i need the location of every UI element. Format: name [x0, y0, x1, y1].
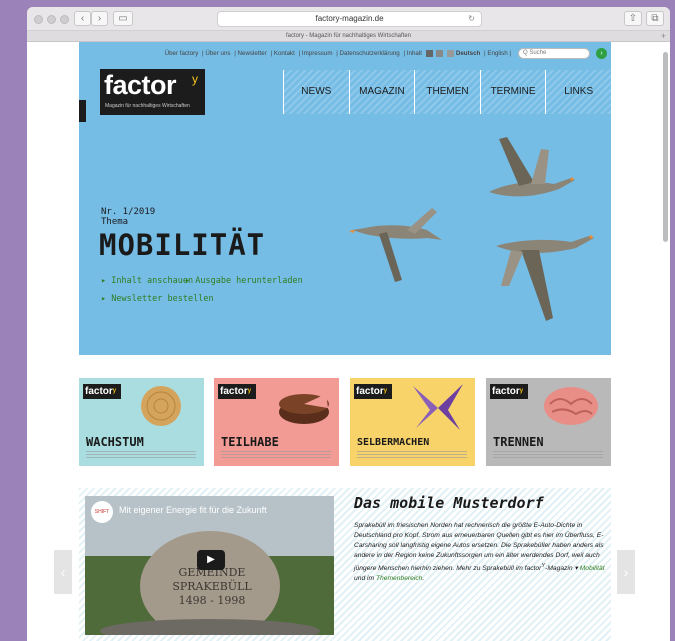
zoom-window-button[interactable]: [60, 15, 69, 24]
nav-magazin[interactable]: MAGAZIN: [348, 70, 415, 114]
browser-window: ‹ › ▭ factory-magazin.de ↻ ⇧ ⧉ factory -…: [27, 7, 670, 641]
logo-superscript: y: [192, 72, 198, 86]
issue-title: MOBILITÄT: [99, 228, 266, 262]
nav-links[interactable]: LINKS: [545, 70, 611, 114]
card-mini-sup: y: [112, 388, 117, 394]
link-view-content[interactable]: ▸ Inhalt anschauen: [101, 276, 193, 286]
wood-slice-image: [141, 386, 181, 426]
carousel-prev-button[interactable]: ‹: [54, 550, 72, 594]
factory-logo[interactable]: factor y Magazin für nachhaltiges Wirtsc…: [100, 69, 205, 115]
feature-title: Das mobile Musterdorf: [354, 494, 544, 512]
browser-toolbar: ‹ › ▭ factory-magazin.de ↻ ⇧ ⧉: [27, 7, 670, 31]
issue-info: Nr. 1/2019 Thema: [101, 207, 155, 227]
card-mini-logo: factory: [218, 384, 256, 399]
issue-number: Nr. 1/2019: [101, 207, 156, 217]
search-go-button[interactable]: ›: [596, 48, 607, 59]
card-text-lines: [86, 451, 196, 459]
card-text-lines: [493, 451, 603, 459]
topnav-privacy[interactable]: | Datenschutzerklärung: [336, 50, 400, 57]
link-mobilitaet[interactable]: Mobilität: [580, 565, 605, 572]
card-mini-word: factor: [492, 386, 520, 397]
search-input[interactable]: Q Suche: [518, 48, 590, 59]
goose-image-bottom: [496, 235, 594, 321]
cake-image: [279, 394, 329, 424]
card-mini-logo: factory: [490, 384, 528, 399]
card-mini-word: factor: [356, 386, 384, 397]
feature-section: SHIFT Mit eigener Energie fit für die Zu…: [79, 488, 611, 641]
card-mini-sup: y: [383, 388, 388, 394]
issue-card-teilhabe[interactable]: factory TEILHABE: [214, 378, 339, 466]
card-mini-logo: factory: [354, 384, 392, 399]
video-title[interactable]: Mit eigener Energie fit für die Zukunft: [119, 505, 267, 515]
feature-text-end: .: [422, 575, 425, 583]
nav-themen[interactable]: THEMEN: [414, 70, 480, 114]
back-button[interactable]: ‹: [74, 11, 91, 26]
stone-inscription: GEMEINDE SPRAKEBÜLL 1498 - 1998: [172, 566, 252, 607]
topnav-content[interactable]: | Inhalt: [403, 50, 421, 57]
language-german[interactable]: Deutsch: [456, 50, 480, 57]
topnav-about-us[interactable]: | Über uns: [202, 50, 230, 57]
sidebar-toggle-button[interactable]: ▭: [113, 11, 133, 26]
rss-icon[interactable]: [447, 49, 455, 57]
issue-card-selbermachen[interactable]: factory SELBERMACHEN: [350, 378, 475, 466]
forward-button[interactable]: ›: [91, 11, 108, 26]
card-mini-word: factor: [220, 386, 248, 397]
play-button[interactable]: ▶: [197, 550, 225, 570]
origami-butterfly-image: [413, 384, 463, 430]
card-title: WACHSTUM: [86, 435, 144, 449]
scrollbar[interactable]: [663, 42, 668, 641]
side-tag: [79, 100, 86, 122]
goose-image-middle: [349, 208, 442, 282]
issue-card-trennen[interactable]: factory TRENNEN: [486, 378, 611, 466]
issue-thema-label: Thema: [101, 217, 129, 227]
card-mini-sup: y: [519, 388, 524, 394]
logo-tagline: Magazin für nachhaltiges Wirtschaften: [105, 103, 190, 109]
new-tab-button[interactable]: +: [661, 31, 666, 42]
link-themenbereich[interactable]: Themenbereich: [376, 575, 422, 582]
topnav-contact[interactable]: | Kontakt: [271, 50, 295, 57]
card-title: TRENNEN: [493, 435, 544, 449]
nav-termine[interactable]: TERMINE: [479, 70, 546, 114]
card-text-lines: [357, 451, 467, 459]
logo-word: factor: [104, 70, 177, 100]
feature-text-mid: -Magazin ▾: [545, 565, 578, 573]
card-mini-sup: y: [247, 388, 252, 394]
topnav-newsletter[interactable]: | Newsletter: [234, 50, 267, 57]
card-title: SELBERMACHEN: [357, 437, 430, 448]
address-bar[interactable]: factory-magazin.de ↻: [217, 11, 482, 27]
page-content: Über factory | Über uns | Newsletter | K…: [27, 42, 670, 641]
main-navigation: NEWS MAGAZIN THEMEN TERMINE LINKS: [283, 70, 611, 114]
issue-cards-row: factory WACHSTUM factory TEILHABE factor…: [79, 378, 611, 466]
link-download-issue[interactable]: ▸ Ausgabe herunterladen: [185, 276, 303, 286]
goose-image-top: [489, 137, 575, 197]
nav-news[interactable]: NEWS: [283, 70, 349, 114]
scrollbar-thumb[interactable]: [663, 52, 668, 242]
tab-bar: factory - Magazin für nachhaltiges Wirts…: [27, 31, 670, 42]
carousel-next-button[interactable]: ›: [617, 550, 635, 594]
hero-banner: Über factory | Über uns | Newsletter | K…: [79, 42, 611, 355]
channel-avatar[interactable]: SHIFT: [91, 501, 113, 523]
card-title: TEILHABE: [221, 435, 279, 449]
show-tabs-button[interactable]: ⧉: [646, 11, 664, 26]
facebook-icon[interactable]: [425, 49, 433, 57]
minimize-window-button[interactable]: [47, 15, 56, 24]
video-player[interactable]: SHIFT Mit eigener Energie fit für die Zu…: [85, 496, 334, 635]
feature-text: Sprakebüll im friesischen Norden hat rec…: [354, 521, 606, 584]
brain-image: [544, 387, 598, 425]
active-tab[interactable]: factory - Magazin für nachhaltiges Wirts…: [286, 33, 411, 39]
topnav-about-factory[interactable]: Über factory: [165, 50, 199, 57]
language-english[interactable]: | English |: [484, 50, 511, 57]
feature-text-and: und im: [354, 575, 375, 583]
link-subscribe-newsletter[interactable]: ▸ Newsletter bestellen: [101, 294, 214, 304]
reload-icon[interactable]: ↻: [468, 12, 475, 26]
topnav-imprint[interactable]: | Impressum: [299, 50, 333, 57]
twitter-icon[interactable]: [436, 49, 444, 57]
card-text-lines: [221, 451, 331, 459]
issue-card-wachstum[interactable]: factory WACHSTUM: [79, 378, 204, 466]
url-text: factory-magazin.de: [315, 14, 384, 23]
share-button[interactable]: ⇧: [624, 11, 642, 26]
close-window-button[interactable]: [34, 15, 43, 24]
card-mini-word: factor: [85, 386, 113, 397]
card-mini-logo: factory: [83, 384, 121, 399]
